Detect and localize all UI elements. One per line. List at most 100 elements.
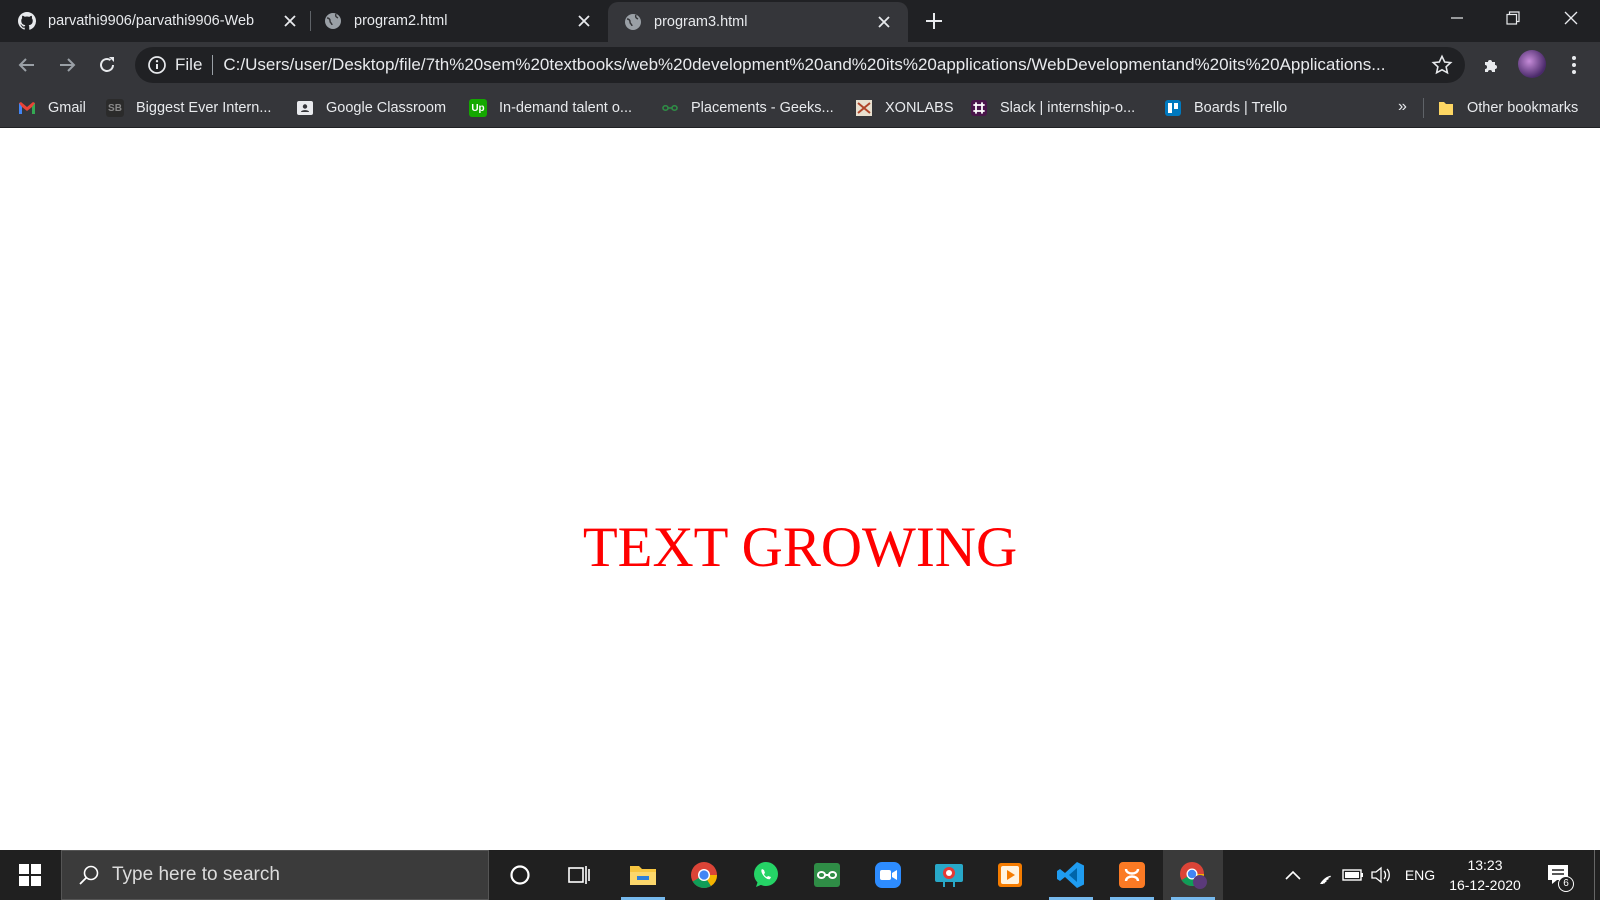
upwork-icon: Up xyxy=(469,99,487,117)
back-button[interactable] xyxy=(15,53,39,77)
show-desktop-button[interactable] xyxy=(1594,850,1595,900)
bookmark-label: XONLABS xyxy=(885,100,954,116)
bookmarks-bar: Gmail SB Biggest Ever Intern... Google C… xyxy=(0,88,1600,128)
battery-button[interactable] xyxy=(1338,850,1368,900)
file-explorer-icon xyxy=(630,866,656,885)
globe-icon xyxy=(325,13,341,29)
task-view-button[interactable] xyxy=(550,850,610,900)
network-button[interactable] xyxy=(1310,850,1340,900)
bookmark-xonlabs[interactable]: XONLABS xyxy=(855,96,954,120)
vscode-icon xyxy=(1057,862,1084,888)
close-icon xyxy=(1564,11,1578,25)
whatsapp-icon xyxy=(754,862,778,887)
bookmark-geeksforgeeks[interactable]: Placements - Geeks... xyxy=(661,96,834,120)
divider xyxy=(1423,98,1424,118)
clock-time: 13:23 xyxy=(1467,857,1503,873)
geeksforgeeks-app-button[interactable] xyxy=(797,850,857,900)
globe-icon xyxy=(625,14,641,30)
info-icon[interactable] xyxy=(147,55,167,75)
tab-github[interactable]: parvathi9906/parvathi9906-Web xyxy=(18,0,300,42)
bookmark-star-icon[interactable] xyxy=(1431,54,1453,76)
profile-avatar[interactable] xyxy=(1518,50,1546,78)
zoom-button[interactable] xyxy=(858,850,918,900)
bookmark-google-classroom[interactable]: Google Classroom xyxy=(296,96,446,120)
whatsapp-button[interactable] xyxy=(736,850,796,900)
taskbar-search[interactable] xyxy=(61,850,489,900)
xampp-button[interactable] xyxy=(1102,850,1162,900)
bookmark-label: Biggest Ever Intern... xyxy=(136,100,272,116)
bookmark-label: Slack | internship-o... xyxy=(1000,100,1136,116)
vscode-button[interactable] xyxy=(1041,850,1101,900)
search-input[interactable] xyxy=(112,864,442,886)
tray-overflow-button[interactable] xyxy=(1278,850,1308,900)
windows-logo-icon xyxy=(19,864,41,886)
start-button[interactable] xyxy=(0,850,60,900)
forward-button[interactable] xyxy=(55,53,79,77)
tab-separator xyxy=(310,11,311,31)
bookmark-gmail[interactable]: Gmail xyxy=(18,96,86,120)
reload-icon xyxy=(100,57,114,72)
trello-icon xyxy=(1165,100,1181,116)
chevron-up-icon xyxy=(1285,870,1301,880)
chrome-profile-button[interactable] xyxy=(1163,850,1223,900)
gmail-icon xyxy=(19,102,35,114)
chrome-profile-icon xyxy=(1180,862,1207,889)
chrome-button[interactable] xyxy=(674,850,734,900)
url-text[interactable]: C:/Users/user/Desktop/file/7th%20sem%20t… xyxy=(223,55,1417,75)
folder-icon xyxy=(1439,102,1453,115)
restore-button[interactable] xyxy=(1484,0,1542,36)
growing-text: TEXT GROWING xyxy=(582,516,1018,579)
tab-title: program2.html xyxy=(354,13,448,29)
bookmark-slack[interactable]: Slack | internship-o... xyxy=(970,96,1135,120)
file-explorer-button[interactable] xyxy=(613,850,673,900)
webcam-button[interactable] xyxy=(919,850,979,900)
xonlabs-icon xyxy=(856,100,872,116)
tab-program3[interactable]: program3.html xyxy=(608,2,908,42)
notification-count-badge: 6 xyxy=(1558,876,1574,892)
chrome-icon xyxy=(691,862,718,889)
more-vertical-icon xyxy=(1572,56,1576,74)
tab-close-icon[interactable] xyxy=(874,12,894,32)
bookmark-upwork[interactable]: Up In-demand talent o... xyxy=(469,96,632,120)
tab-title: program3.html xyxy=(654,14,748,30)
close-window-button[interactable] xyxy=(1542,0,1600,36)
bookmark-biggest-ever-intern[interactable]: SB Biggest Ever Intern... xyxy=(106,96,271,120)
reload-button[interactable] xyxy=(95,53,119,77)
tab-strip: parvathi9906/parvathi9906-Web program2.h… xyxy=(0,0,1600,42)
tab-close-icon[interactable] xyxy=(574,11,594,31)
battery-icon xyxy=(1342,869,1363,881)
bookmarks-overflow-chevron[interactable]: » xyxy=(1398,98,1407,116)
language-indicator[interactable]: ENG xyxy=(1400,850,1440,900)
bookmark-label: Other bookmarks xyxy=(1467,100,1579,116)
media-player-button[interactable] xyxy=(980,850,1040,900)
cortana-button[interactable] xyxy=(490,850,550,900)
github-icon xyxy=(18,12,36,30)
address-bar[interactable]: File C:/Users/user/Desktop/file/7th%20se… xyxy=(135,47,1465,83)
cortana-icon xyxy=(510,865,530,885)
bookmark-label: Gmail xyxy=(48,100,86,116)
menu-button[interactable] xyxy=(1562,53,1586,77)
search-icon xyxy=(79,865,99,885)
geeksforgeeks-icon xyxy=(662,104,678,112)
volume-button[interactable] xyxy=(1366,850,1396,900)
browser-toolbar: File C:/Users/user/Desktop/file/7th%20se… xyxy=(0,42,1600,88)
xampp-icon xyxy=(1119,862,1145,888)
tab-program2[interactable]: program2.html xyxy=(324,0,594,42)
windows-taskbar: ENG 13:23 16-12-2020 6 xyxy=(0,850,1600,900)
bookmark-label: In-demand talent o... xyxy=(499,100,632,116)
arrow-left-icon xyxy=(18,58,34,72)
arrow-right-icon xyxy=(60,58,76,72)
bookmark-other-bookmarks[interactable]: Other bookmarks xyxy=(1437,96,1578,120)
restore-icon xyxy=(1506,11,1520,25)
divider xyxy=(212,55,214,75)
geeksforgeeks-app-icon xyxy=(814,863,840,887)
clock[interactable]: 13:23 16-12-2020 xyxy=(1440,855,1530,895)
bookmark-trello[interactable]: Boards | Trello xyxy=(1164,96,1287,120)
new-tab-icon[interactable] xyxy=(924,11,944,31)
tab-title: parvathi9906/parvathi9906-Web xyxy=(48,13,255,29)
task-view-icon xyxy=(568,866,590,884)
minimize-button[interactable] xyxy=(1428,0,1486,36)
extensions-button[interactable] xyxy=(1480,53,1504,77)
tab-close-icon[interactable] xyxy=(280,11,300,31)
puzzle-icon xyxy=(1485,60,1497,72)
